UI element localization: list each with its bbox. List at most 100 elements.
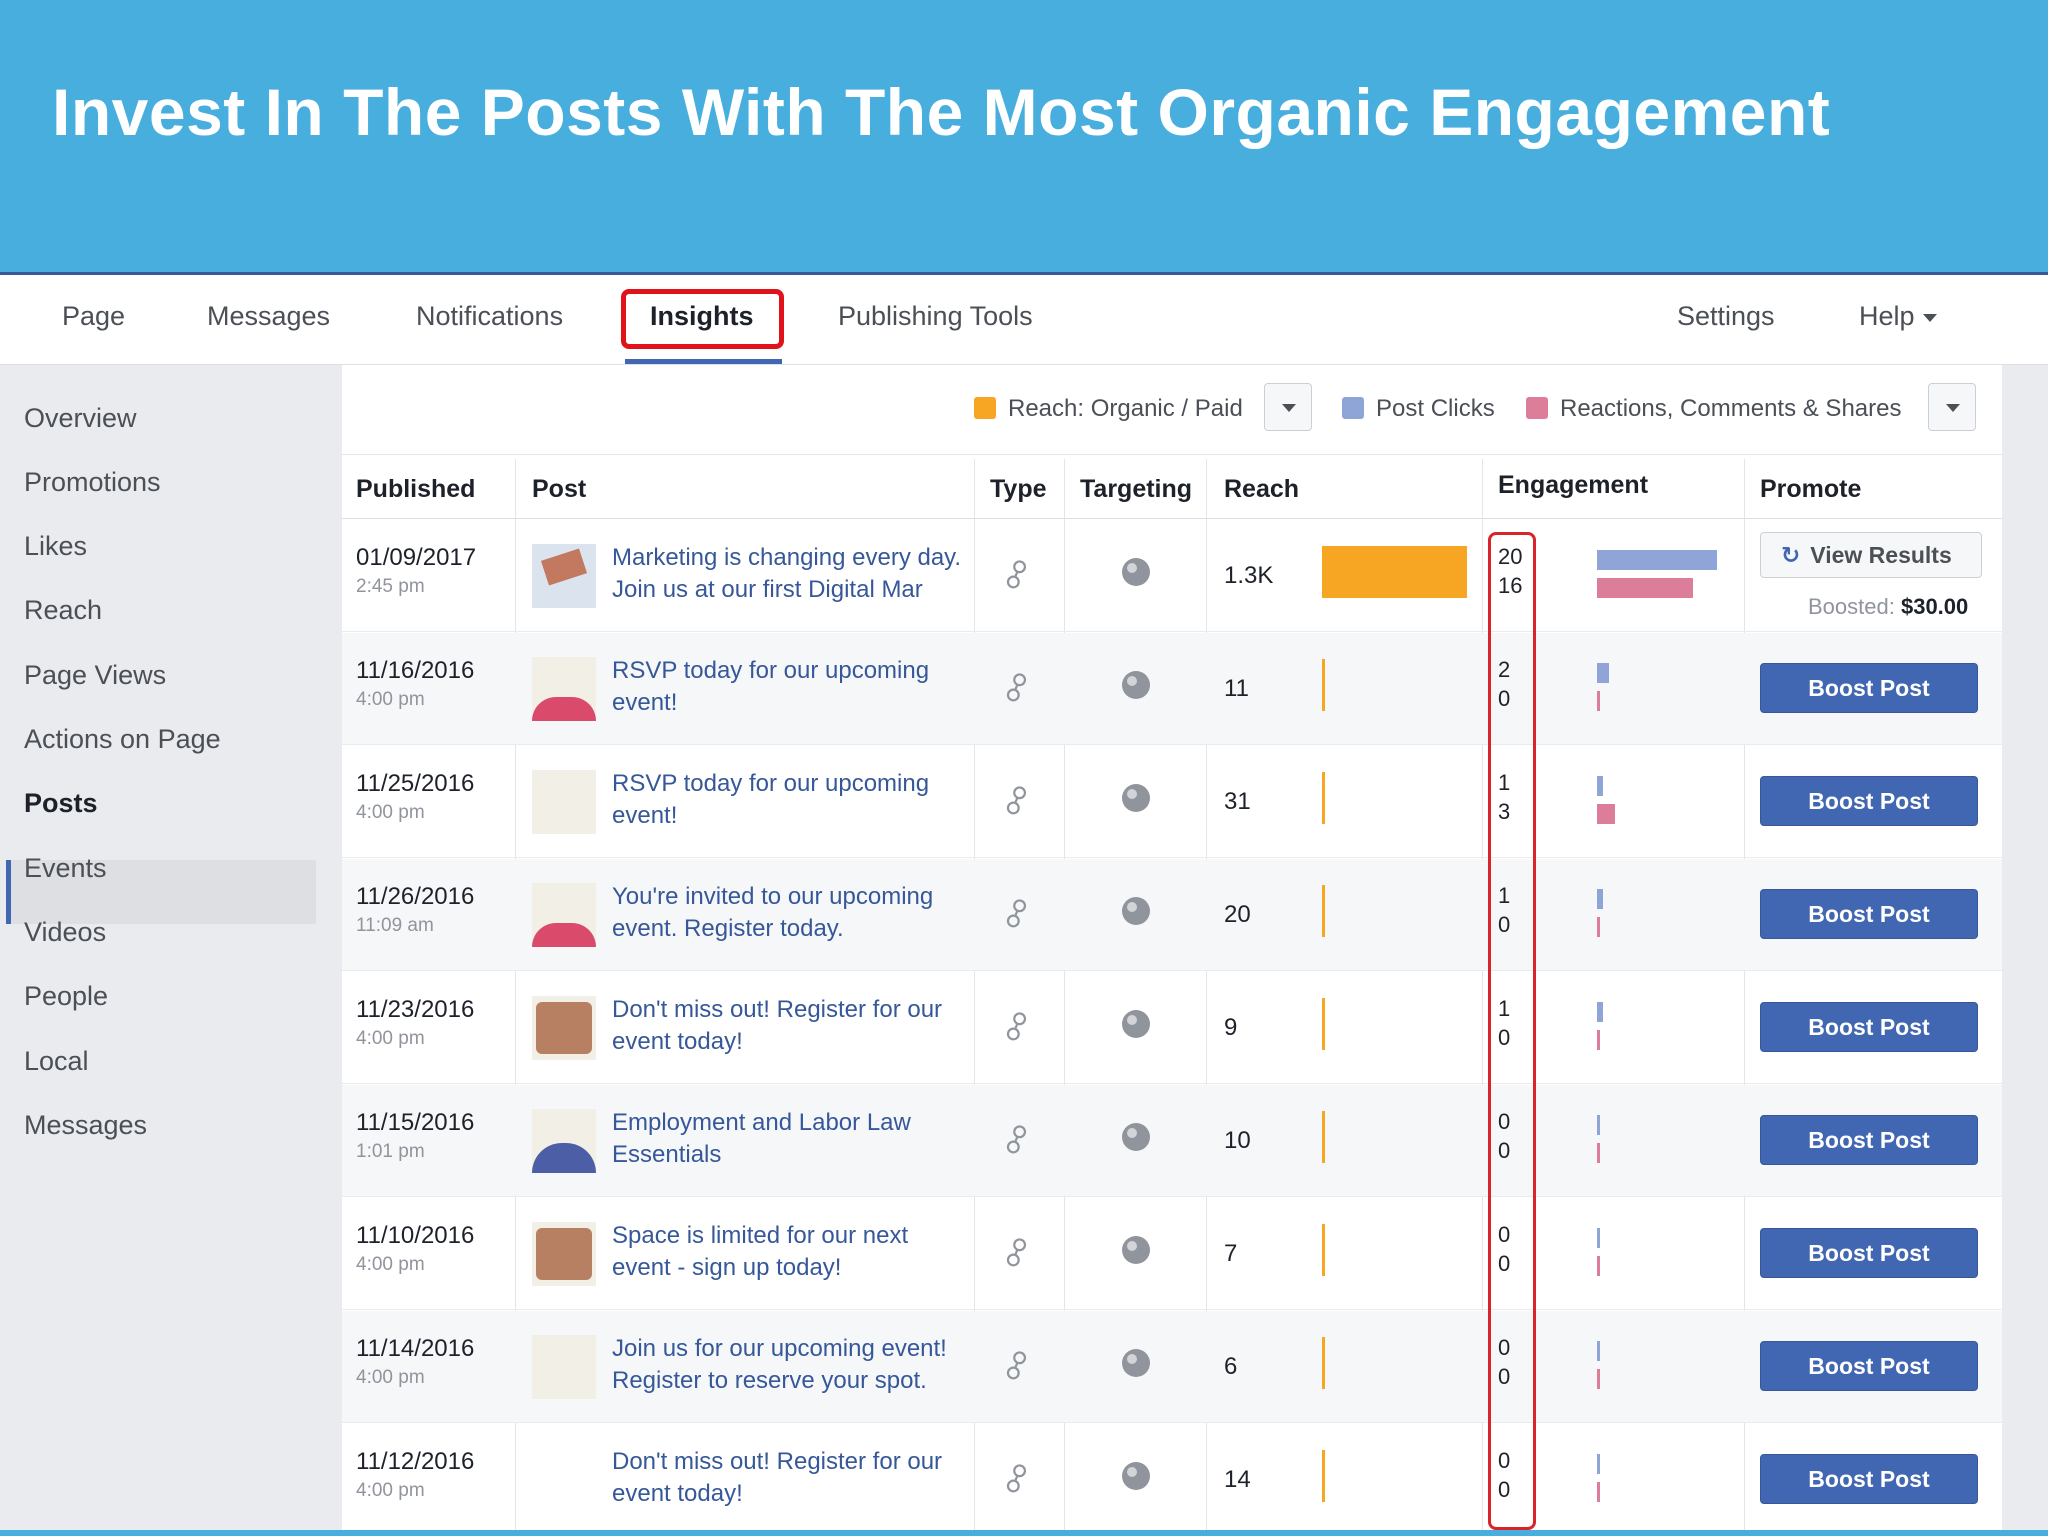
header-targeting[interactable]: Targeting	[1080, 475, 1192, 504]
reactions-bar	[1597, 1143, 1600, 1163]
link-icon: ☍	[995, 1005, 1040, 1050]
post-thumbnail[interactable]	[532, 544, 596, 608]
boost-post-button[interactable]: Boost Post	[1760, 1341, 1978, 1391]
post-clicks-bar	[1597, 1228, 1600, 1248]
header-reach[interactable]: Reach	[1224, 475, 1299, 504]
reach-value: 1.3K	[1224, 562, 1274, 589]
post-link[interactable]: RSVP today for our upcoming event!	[612, 768, 962, 832]
insights-sidebar: Overview Promotions Likes Reach Page Vie…	[0, 365, 320, 1532]
engagement-dropdown-button[interactable]	[1928, 383, 1976, 431]
table-row[interactable]: 11/26/2016 11:09 am You're invited to ou…	[342, 859, 2002, 971]
link-icon: ☍	[995, 1118, 1040, 1163]
table-row[interactable]: 01/09/2017 2:45 pm Marketing is changing…	[342, 520, 2002, 632]
table-row[interactable]: 11/25/2016 4:00 pm RSVP today for our up…	[342, 746, 2002, 858]
reach-swatch	[974, 397, 996, 419]
header-post[interactable]: Post	[532, 475, 586, 504]
reach-bar	[1322, 998, 1325, 1050]
boost-post-button[interactable]: Boost Post	[1760, 663, 1978, 713]
post-link[interactable]: Employment and Labor Law Essentials	[612, 1107, 962, 1171]
sidebar-item-reach[interactable]: Reach	[24, 595, 102, 626]
post-thumbnail[interactable]	[532, 1335, 596, 1399]
sidebar-item-likes[interactable]: Likes	[24, 531, 87, 562]
boost-post-button[interactable]: Boost Post	[1760, 1002, 1978, 1052]
sidebar-item-local[interactable]: Local	[24, 1046, 89, 1077]
tab-notifications[interactable]: Notifications	[416, 301, 563, 332]
tab-page[interactable]: Page	[62, 301, 125, 332]
reach-value: 7	[1224, 1240, 1238, 1267]
post-link[interactable]: Join us for our upcoming event! Register…	[612, 1333, 962, 1397]
chevron-down-icon	[1946, 404, 1960, 412]
tab-messages[interactable]: Messages	[207, 301, 330, 332]
post-thumbnail[interactable]	[532, 770, 596, 834]
post-thumbnail[interactable]	[532, 657, 596, 721]
post-link[interactable]: Space is limited for our next event - si…	[612, 1220, 962, 1284]
post-date: 11/12/2016	[356, 1448, 475, 1475]
help-menu[interactable]: Help	[1859, 301, 1937, 332]
insights-highlight-annotation	[621, 289, 784, 349]
sidebar-item-messages[interactable]: Messages	[24, 1110, 147, 1141]
sidebar-item-posts[interactable]: Posts	[24, 788, 98, 819]
boost-post-button[interactable]: Boost Post	[1760, 1454, 1978, 1504]
reach-value: 10	[1224, 1127, 1251, 1154]
post-date: 11/25/2016	[356, 770, 475, 797]
table-row[interactable]: 11/15/2016 1:01 pm Employment and Labor …	[342, 1085, 2002, 1197]
post-thumbnail[interactable]	[532, 1448, 596, 1512]
link-icon: ☍	[995, 1457, 1040, 1502]
post-date: 11/16/2016	[356, 657, 475, 684]
post-link[interactable]: You're invited to our upcoming event. Re…	[612, 881, 962, 945]
post-link[interactable]: Marketing is changing every day. Join us…	[612, 542, 962, 606]
post-thumbnail[interactable]	[532, 883, 596, 947]
globe-icon	[1122, 1349, 1150, 1377]
post-date: 11/10/2016	[356, 1222, 475, 1249]
boost-post-button[interactable]: Boost Post	[1760, 1115, 1978, 1165]
sidebar-item-page-views[interactable]: Page Views	[24, 660, 166, 691]
globe-icon	[1122, 1123, 1150, 1151]
sidebar-item-videos[interactable]: Videos	[24, 917, 106, 948]
reach-value: 20	[1224, 901, 1251, 928]
sidebar-item-overview[interactable]: Overview	[24, 403, 137, 434]
post-clicks-bar	[1597, 1115, 1600, 1135]
table-header: Published Post Type Targeting Reach Enga…	[342, 459, 2002, 519]
reach-bar	[1322, 1111, 1325, 1163]
table-row[interactable]: 11/14/2016 4:00 pm Join us for our upcom…	[342, 1311, 2002, 1423]
reactions-bar	[1597, 1030, 1600, 1050]
link-icon: ☍	[995, 892, 1040, 937]
chevron-down-icon	[1282, 404, 1296, 412]
sidebar-item-actions-on-page[interactable]: Actions on Page	[24, 724, 221, 755]
table-row[interactable]: 11/10/2016 4:00 pm Space is limited for …	[342, 1198, 2002, 1310]
post-thumbnail[interactable]	[532, 996, 596, 1060]
table-row[interactable]: 11/12/2016 4:00 pm Don't miss out! Regis…	[342, 1424, 2002, 1532]
active-tab-underline	[625, 359, 782, 364]
globe-icon	[1122, 671, 1150, 699]
post-link[interactable]: Don't miss out! Register for our event t…	[612, 994, 962, 1058]
sidebar-item-promotions[interactable]: Promotions	[24, 467, 161, 498]
reach-dropdown-button[interactable]	[1264, 383, 1312, 431]
post-link[interactable]: Don't miss out! Register for our event t…	[612, 1446, 962, 1510]
sidebar-item-people[interactable]: People	[24, 981, 108, 1012]
link-icon: ☍	[995, 779, 1040, 824]
post-time: 2:45 pm	[356, 576, 425, 597]
tab-publishing-tools[interactable]: Publishing Tools	[838, 301, 1033, 332]
post-thumbnail[interactable]	[532, 1222, 596, 1286]
boost-post-button[interactable]: Boost Post	[1760, 776, 1978, 826]
post-time: 4:00 pm	[356, 1480, 425, 1501]
view-results-button[interactable]: ↻ View Results	[1760, 532, 1982, 578]
reach-bar	[1322, 659, 1325, 711]
link-icon: ☍	[995, 666, 1040, 711]
link-icon: ☍	[995, 1231, 1040, 1276]
post-thumbnail[interactable]	[532, 1109, 596, 1173]
post-link[interactable]: RSVP today for our upcoming event!	[612, 655, 962, 719]
boost-post-button[interactable]: Boost Post	[1760, 1228, 1978, 1278]
globe-icon	[1122, 1010, 1150, 1038]
header-type[interactable]: Type	[990, 475, 1047, 504]
reactions-bar	[1597, 1369, 1600, 1389]
boost-post-button[interactable]: Boost Post	[1760, 889, 1978, 939]
tab-settings[interactable]: Settings	[1677, 301, 1775, 332]
table-row[interactable]: 11/16/2016 4:00 pm RSVP today for our up…	[342, 633, 2002, 745]
sidebar-item-events[interactable]: Events	[24, 853, 107, 884]
globe-icon	[1122, 784, 1150, 812]
header-engagement[interactable]: Engagement	[1498, 471, 1648, 500]
header-published[interactable]: Published	[356, 475, 475, 504]
post-clicks-bar	[1597, 1341, 1600, 1361]
table-row[interactable]: 11/23/2016 4:00 pm Don't miss out! Regis…	[342, 972, 2002, 1084]
